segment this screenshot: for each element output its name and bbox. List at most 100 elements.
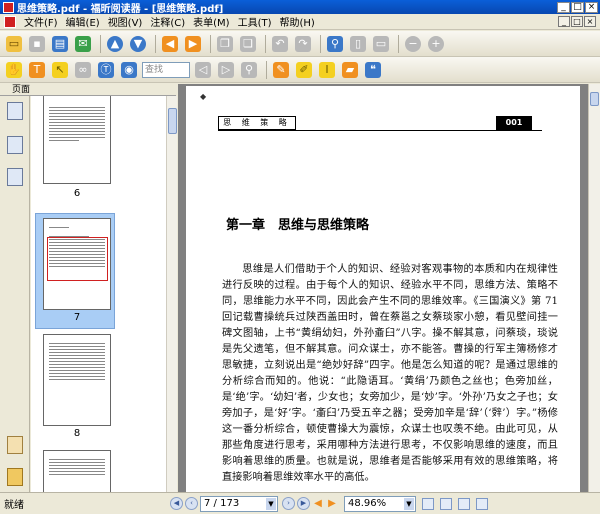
paste-button[interactable]: ❏: [238, 34, 258, 54]
document-view[interactable]: ◆ 思 维 策 略 001 第一章 思维与思维策略 思维是人们借助于个人的知识、…: [178, 84, 588, 492]
copy-button[interactable]: ❐: [215, 34, 235, 54]
history-forward-icon[interactable]: ▶: [326, 498, 338, 510]
pages-tab-icon[interactable]: [7, 102, 23, 120]
fit-width-button[interactable]: ▭: [371, 34, 391, 54]
next-page-status-button[interactable]: ›: [282, 497, 295, 510]
comment-tool-button[interactable]: ❝: [363, 60, 383, 80]
first-page-button[interactable]: ◀: [170, 497, 183, 510]
find-next-button[interactable]: ▷: [216, 60, 236, 80]
document-scroll-handle[interactable]: [590, 92, 599, 106]
pdf-page: ◆ 思 维 策 略 001 第一章 思维与思维策略 思维是人们借助于个人的知识、…: [186, 86, 580, 492]
menu-tools[interactable]: 工具(T): [234, 14, 276, 29]
thumbnail-page-7[interactable]: [43, 218, 111, 310]
prev-page-button[interactable]: ‹: [185, 497, 198, 510]
panel-header: 页面: [0, 84, 176, 96]
cursor-icon: ↖: [52, 61, 68, 78]
advanced-search-button[interactable]: ⚲: [239, 60, 259, 80]
menu-form[interactable]: 表单(M): [189, 14, 233, 29]
back-button[interactable]: ◀: [160, 34, 180, 54]
attachments-tab-icon[interactable]: [7, 468, 23, 486]
printer-icon: ▤: [52, 35, 68, 52]
save-icon: ▪: [29, 35, 45, 52]
layers-tab-icon[interactable]: [7, 168, 23, 186]
page-mark: ◆: [200, 92, 207, 101]
maximize-button[interactable]: □: [571, 1, 584, 13]
menu-edit[interactable]: 编辑(E): [62, 14, 104, 29]
find-previous-icon: ◁: [195, 61, 211, 78]
menu-view[interactable]: 视图(V): [104, 14, 147, 29]
redo-button[interactable]: ↷: [293, 34, 313, 54]
doc-restore-button[interactable]: □: [571, 16, 583, 27]
zoom-input[interactable]: 48.96% ▼: [344, 495, 416, 512]
doc-close-button[interactable]: ×: [584, 16, 596, 27]
history-back-icon[interactable]: ◀: [312, 498, 324, 510]
email-icon: ✉: [75, 35, 91, 52]
zoom-out-button[interactable]: −: [403, 34, 423, 54]
callout-icon: ▰: [342, 61, 358, 78]
thumbnail-page-9[interactable]: [43, 450, 111, 492]
menu-help[interactable]: 帮助(H): [276, 14, 319, 29]
hand-icon: ✋: [6, 61, 22, 78]
fit-page-button[interactable]: ▯: [348, 34, 368, 54]
save-button[interactable]: ▪: [27, 34, 47, 54]
search-input[interactable]: 查找: [142, 61, 190, 78]
hand-tool-button[interactable]: ✋: [4, 60, 24, 80]
close-button[interactable]: ×: [585, 1, 598, 13]
open-button[interactable]: ▭: [4, 34, 24, 54]
camera-button[interactable]: ◉: [119, 60, 139, 80]
document-icon[interactable]: [4, 15, 16, 28]
thumbnail-page-6[interactable]: [43, 96, 111, 184]
arrow-right-icon: ▶: [185, 35, 201, 52]
note-icon: ✐: [296, 61, 312, 78]
page-thumbnails: 6 7 8: [31, 96, 166, 492]
facing-view-button[interactable]: [458, 497, 470, 510]
page-number-input[interactable]: 7 / 173 ▼: [200, 495, 278, 512]
menu-comment[interactable]: 注释(C): [146, 14, 189, 29]
email-button[interactable]: ✉: [73, 34, 93, 54]
zoom-dropdown-icon[interactable]: ▼: [404, 497, 414, 510]
menu-file[interactable]: 文件(F): [20, 14, 62, 29]
continuous-facing-view-button[interactable]: [476, 497, 488, 510]
forward-button[interactable]: ▶: [183, 34, 203, 54]
textbox-tool-button[interactable]: I: [317, 60, 337, 80]
doc-minimize-button[interactable]: _: [558, 16, 570, 27]
undo-button[interactable]: ↶: [270, 34, 290, 54]
last-page-button[interactable]: ▶: [297, 497, 310, 510]
minus-icon: −: [405, 35, 421, 52]
search-icon: ⚲: [241, 61, 257, 78]
comments-tab-icon[interactable]: [7, 436, 23, 454]
zoom-in-button[interactable]: +: [426, 34, 446, 54]
previous-page-button[interactable]: ▲: [105, 34, 125, 54]
viewport-indicator[interactable]: [47, 237, 108, 281]
running-header: 思 维 策 略: [218, 116, 296, 130]
zoom-value: 48.96%: [348, 497, 387, 509]
pencil-tool-button[interactable]: ✎: [271, 60, 291, 80]
callout-tool-button[interactable]: ▰: [340, 60, 360, 80]
page-indicator: 7 / 173: [204, 497, 240, 509]
status-bar: 就绪 ◀ ‹ 7 / 173 ▼ › ▶ ◀ ▶ 48.96% ▼: [0, 492, 600, 514]
chevron-down-icon[interactable]: ▼: [266, 497, 276, 510]
chapter-title: 第一章 思维与思维策略: [226, 218, 370, 233]
select-tool-button[interactable]: ↖: [50, 60, 70, 80]
fit-page-icon: ▯: [350, 35, 366, 52]
document-scrollbar[interactable]: [588, 84, 600, 492]
thumbnail-page-8[interactable]: [43, 334, 111, 426]
folder-open-icon: ▭: [6, 35, 22, 52]
continuous-view-button[interactable]: [440, 497, 452, 510]
typewriter-button[interactable]: Ⓣ: [96, 60, 116, 80]
thumbnails-scrollbar[interactable]: [166, 96, 177, 492]
textbox-icon: I: [319, 61, 335, 78]
minimize-button[interactable]: _: [557, 1, 570, 13]
snapshot-button[interactable]: ∞: [73, 60, 93, 80]
binoculars-icon: ∞: [75, 61, 91, 78]
note-tool-button[interactable]: ✐: [294, 60, 314, 80]
text-select-button[interactable]: T: [27, 60, 47, 80]
bookmarks-tab-icon[interactable]: [7, 136, 23, 154]
print-button[interactable]: ▤: [50, 34, 70, 54]
find-previous-button[interactable]: ◁: [193, 60, 213, 80]
zoom-tool-button[interactable]: ⚲: [325, 34, 345, 54]
next-page-button[interactable]: ▼: [128, 34, 148, 54]
single-page-view-button[interactable]: [422, 497, 434, 510]
navigation-strip: [0, 96, 30, 492]
thumbnails-scroll-handle[interactable]: [168, 108, 177, 134]
